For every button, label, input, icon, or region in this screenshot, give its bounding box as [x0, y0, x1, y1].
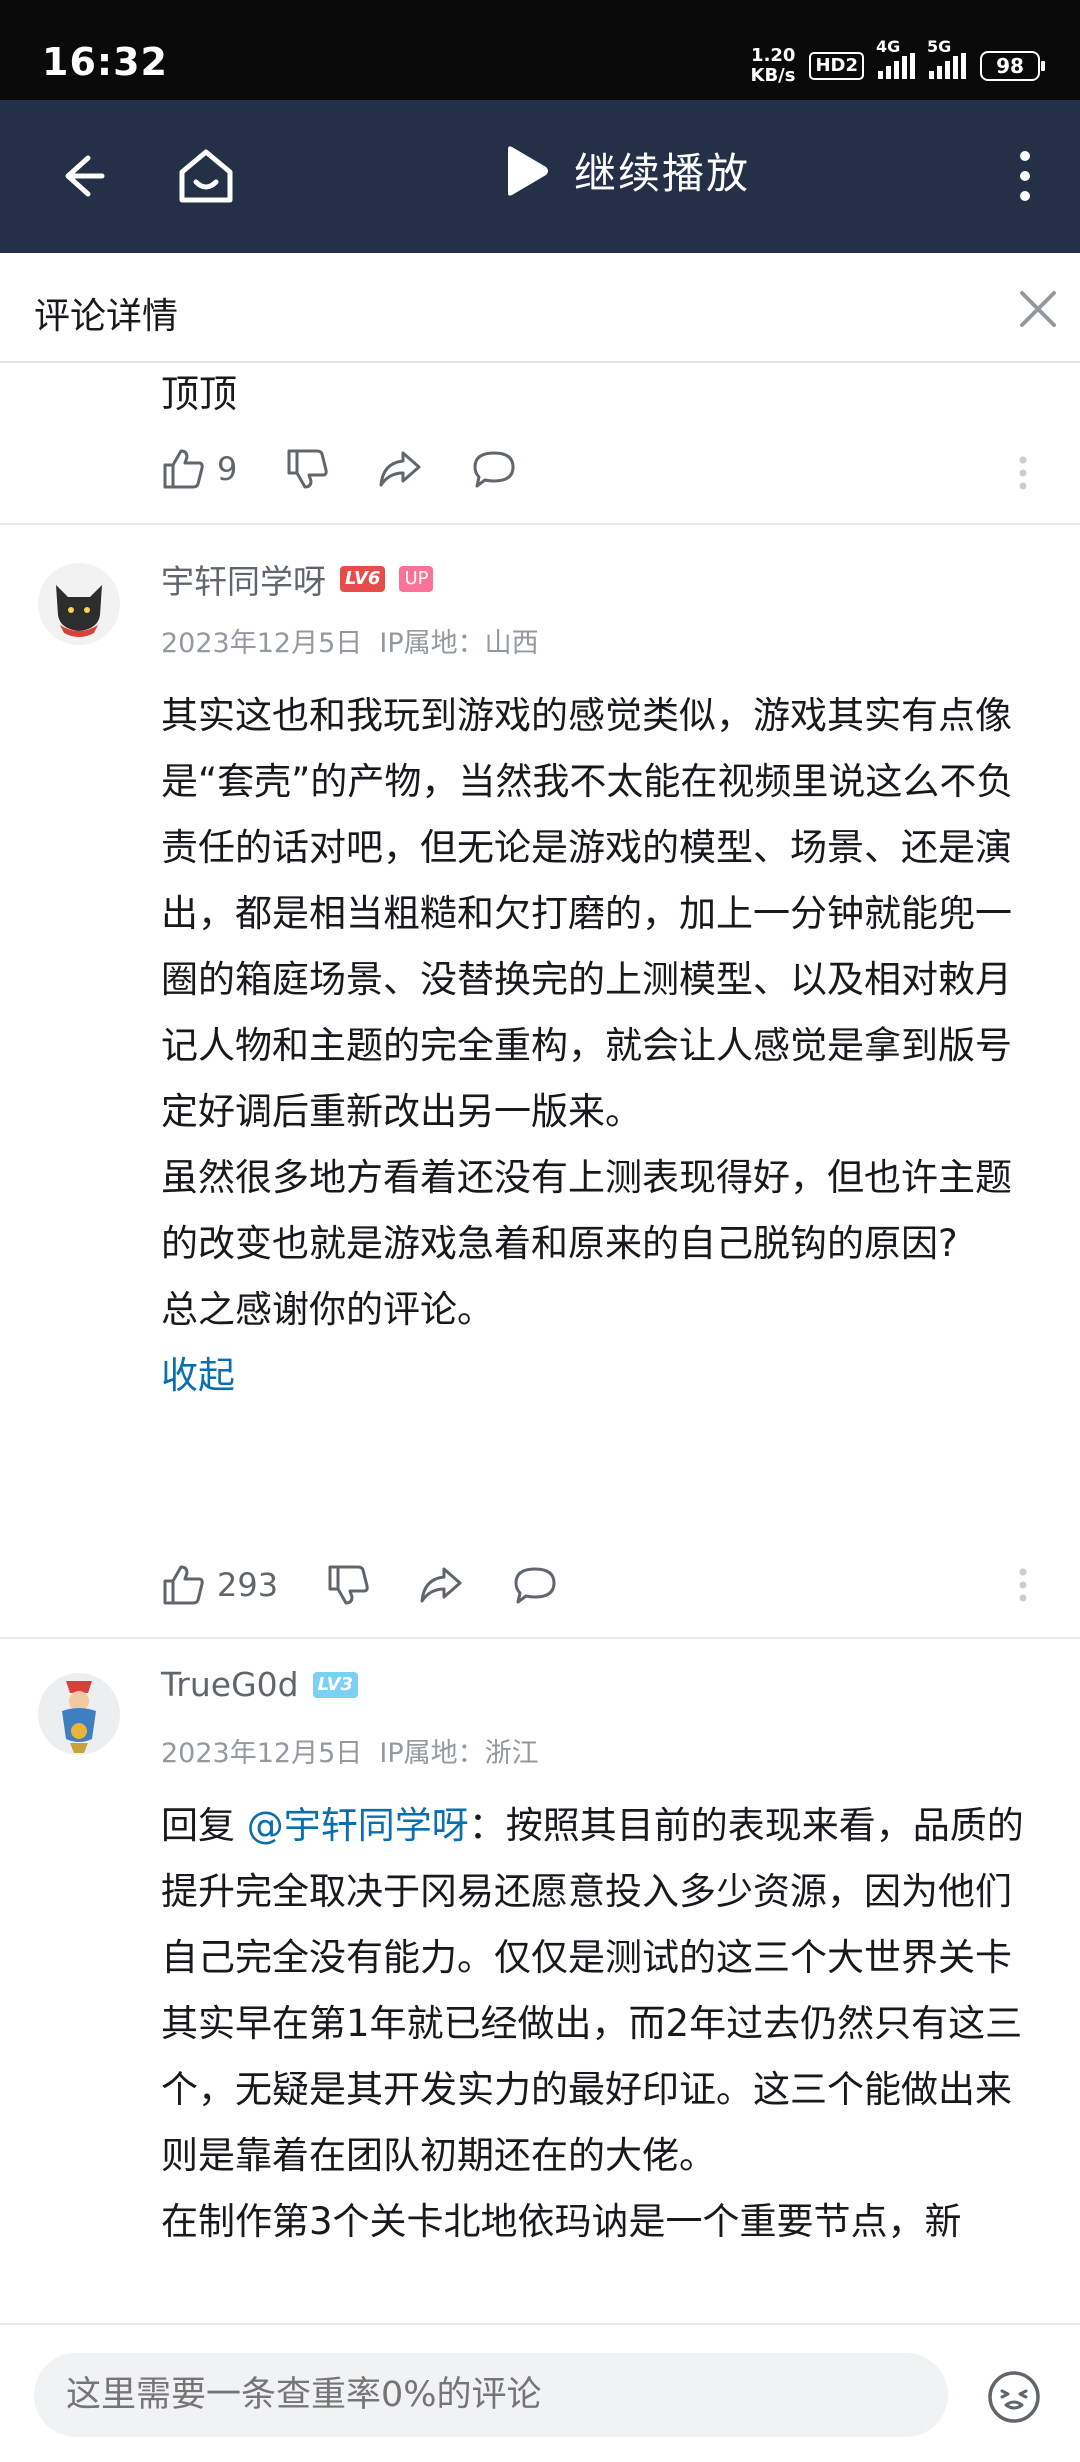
level-badge: LV3: [312, 1671, 359, 1698]
share-button[interactable]: [418, 1563, 464, 1607]
battery-level: 98: [996, 54, 1024, 78]
comment-input[interactable]: [34, 2353, 948, 2437]
emoji-icon[interactable]: [986, 2369, 1042, 2425]
comment-detail-header: 评论详情: [0, 253, 1080, 363]
video-mini-bar: 继续播放: [0, 100, 1080, 253]
comment-paragraph: 虽然很多地方看着还没有上测表现得好，但也许主题的改变也就是游戏急着和原来的自己脱…: [161, 1156, 1012, 1265]
like-count: 9: [217, 450, 238, 488]
reply-prefix: 回复: [161, 1804, 247, 1847]
battery-icon: 98: [980, 51, 1045, 81]
signal-5g-icon: 5G: [927, 37, 966, 79]
status-icons: 1.20 KB/s HD2 4G 5G 98: [751, 37, 1045, 86]
page-title: 评论详情: [34, 296, 179, 337]
divider: [0, 1637, 1080, 1639]
comment-ip: IP属地：山西: [379, 628, 539, 659]
divider: [0, 523, 1080, 525]
comment-input-bar: [0, 2323, 1080, 2462]
username[interactable]: 宇轩同学呀: [161, 555, 326, 603]
close-icon[interactable]: [1018, 289, 1058, 329]
resume-play-label: 继续播放: [574, 149, 751, 198]
collapse-link[interactable]: 收起: [161, 1343, 1041, 1409]
net-speed-unit: KB/s: [750, 65, 796, 86]
comment-more-icon[interactable]: [1018, 455, 1028, 491]
comment-actions: 9: [161, 447, 565, 491]
comment-author: 宇轩同学呀 LV6 UP: [161, 555, 434, 603]
reply-text: ：按照其目前的表现来看，品质的提升完全取决于冈易还愿意投入多少资源，因为他们自己…: [161, 1804, 1024, 2177]
reply-button[interactable]: [471, 447, 517, 491]
thumbs-up-icon: [163, 1565, 204, 1605]
comment-date: 2023年12月5日: [161, 1738, 363, 1769]
status-time: 16:32: [42, 40, 168, 84]
comment-paragraph: 回复 @宇轩同学呀：按照其目前的表现来看，品质的提升完全取决于冈易还愿意投入多少…: [161, 1793, 1041, 2189]
comment-body: 其实这也和我玩到游戏的感觉类似，游戏其实有点像是“套壳”的产物，当然我不太能在视…: [161, 683, 1041, 1409]
mention-link[interactable]: @宇轩同学呀: [247, 1804, 469, 1847]
like-button[interactable]: 9: [161, 447, 237, 491]
net-speed-value: 1.20: [751, 45, 796, 66]
share-button[interactable]: [377, 447, 423, 491]
back-arrow-icon[interactable]: [48, 144, 112, 208]
comment-body: 回复 @宇轩同学呀：按照其目前的表现来看，品质的提升完全取决于冈易还愿意投入多少…: [161, 1793, 1041, 2255]
comment-date: 2023年12月5日: [161, 628, 363, 659]
net-speed: 1.20 KB/s: [751, 46, 796, 86]
comment-paragraph: 在制作第3个关卡北地依玛讷是一个重要节点，新: [161, 2200, 962, 2243]
thumbs-down-icon: [328, 1565, 369, 1605]
resume-play-button[interactable]: 继续播放: [500, 140, 750, 201]
comment-list: 顶顶 9 宇轩同学呀 LV6 UP 2023年12月5日 IP属地：山西 其实这…: [0, 363, 1080, 2323]
reply-button[interactable]: [512, 1563, 558, 1607]
more-menu-icon[interactable]: [1010, 146, 1040, 206]
thumbs-down-icon: [287, 449, 329, 489]
reply-bubble-icon: [473, 451, 515, 488]
comment-text: 顶顶: [161, 372, 238, 416]
level-badge: LV6: [340, 566, 386, 592]
dislike-button[interactable]: [326, 1563, 370, 1607]
comment-paragraph: 总之感谢你的评论。: [161, 1288, 494, 1331]
comment-more-icon[interactable]: [1018, 1567, 1028, 1603]
comment-actions: 293: [161, 1563, 606, 1607]
thumbs-up-icon: [163, 449, 204, 489]
up-badge: UP: [399, 566, 434, 592]
dislike-button[interactable]: [285, 447, 329, 491]
hd-voice-icon: HD2: [809, 52, 864, 80]
comment-meta: 2023年12月5日 IP属地：山西: [161, 621, 539, 660]
comment-paragraph: 其实这也和我玩到游戏的感觉类似，游戏其实有点像是“套壳”的产物，当然我不太能在视…: [161, 694, 1014, 1133]
like-count: 293: [217, 1566, 279, 1604]
reply-bubble-icon: [514, 1567, 556, 1604]
avatar[interactable]: [38, 1673, 120, 1755]
share-icon: [379, 451, 421, 487]
comment-author: TrueG0d LV3: [161, 1665, 359, 1704]
figure-avatar-icon: [38, 1673, 120, 1755]
like-button[interactable]: 293: [161, 1563, 278, 1607]
signal-4g-icon: 4G: [876, 37, 915, 79]
share-icon: [420, 1567, 462, 1603]
username[interactable]: TrueG0d: [161, 1665, 299, 1704]
comment-ip: IP属地：浙江: [379, 1738, 539, 1769]
play-icon: [508, 145, 548, 196]
home-icon[interactable]: [172, 144, 240, 208]
status-bar: 16:32 1.20 KB/s HD2 4G 5G 98: [0, 0, 1080, 100]
comment-meta: 2023年12月5日 IP属地：浙江: [161, 1731, 539, 1770]
black-cat-avatar-icon: [38, 563, 120, 645]
signal-4g-label: 4G: [876, 37, 901, 56]
avatar[interactable]: [38, 563, 120, 645]
signal-5g-label: 5G: [927, 37, 952, 56]
